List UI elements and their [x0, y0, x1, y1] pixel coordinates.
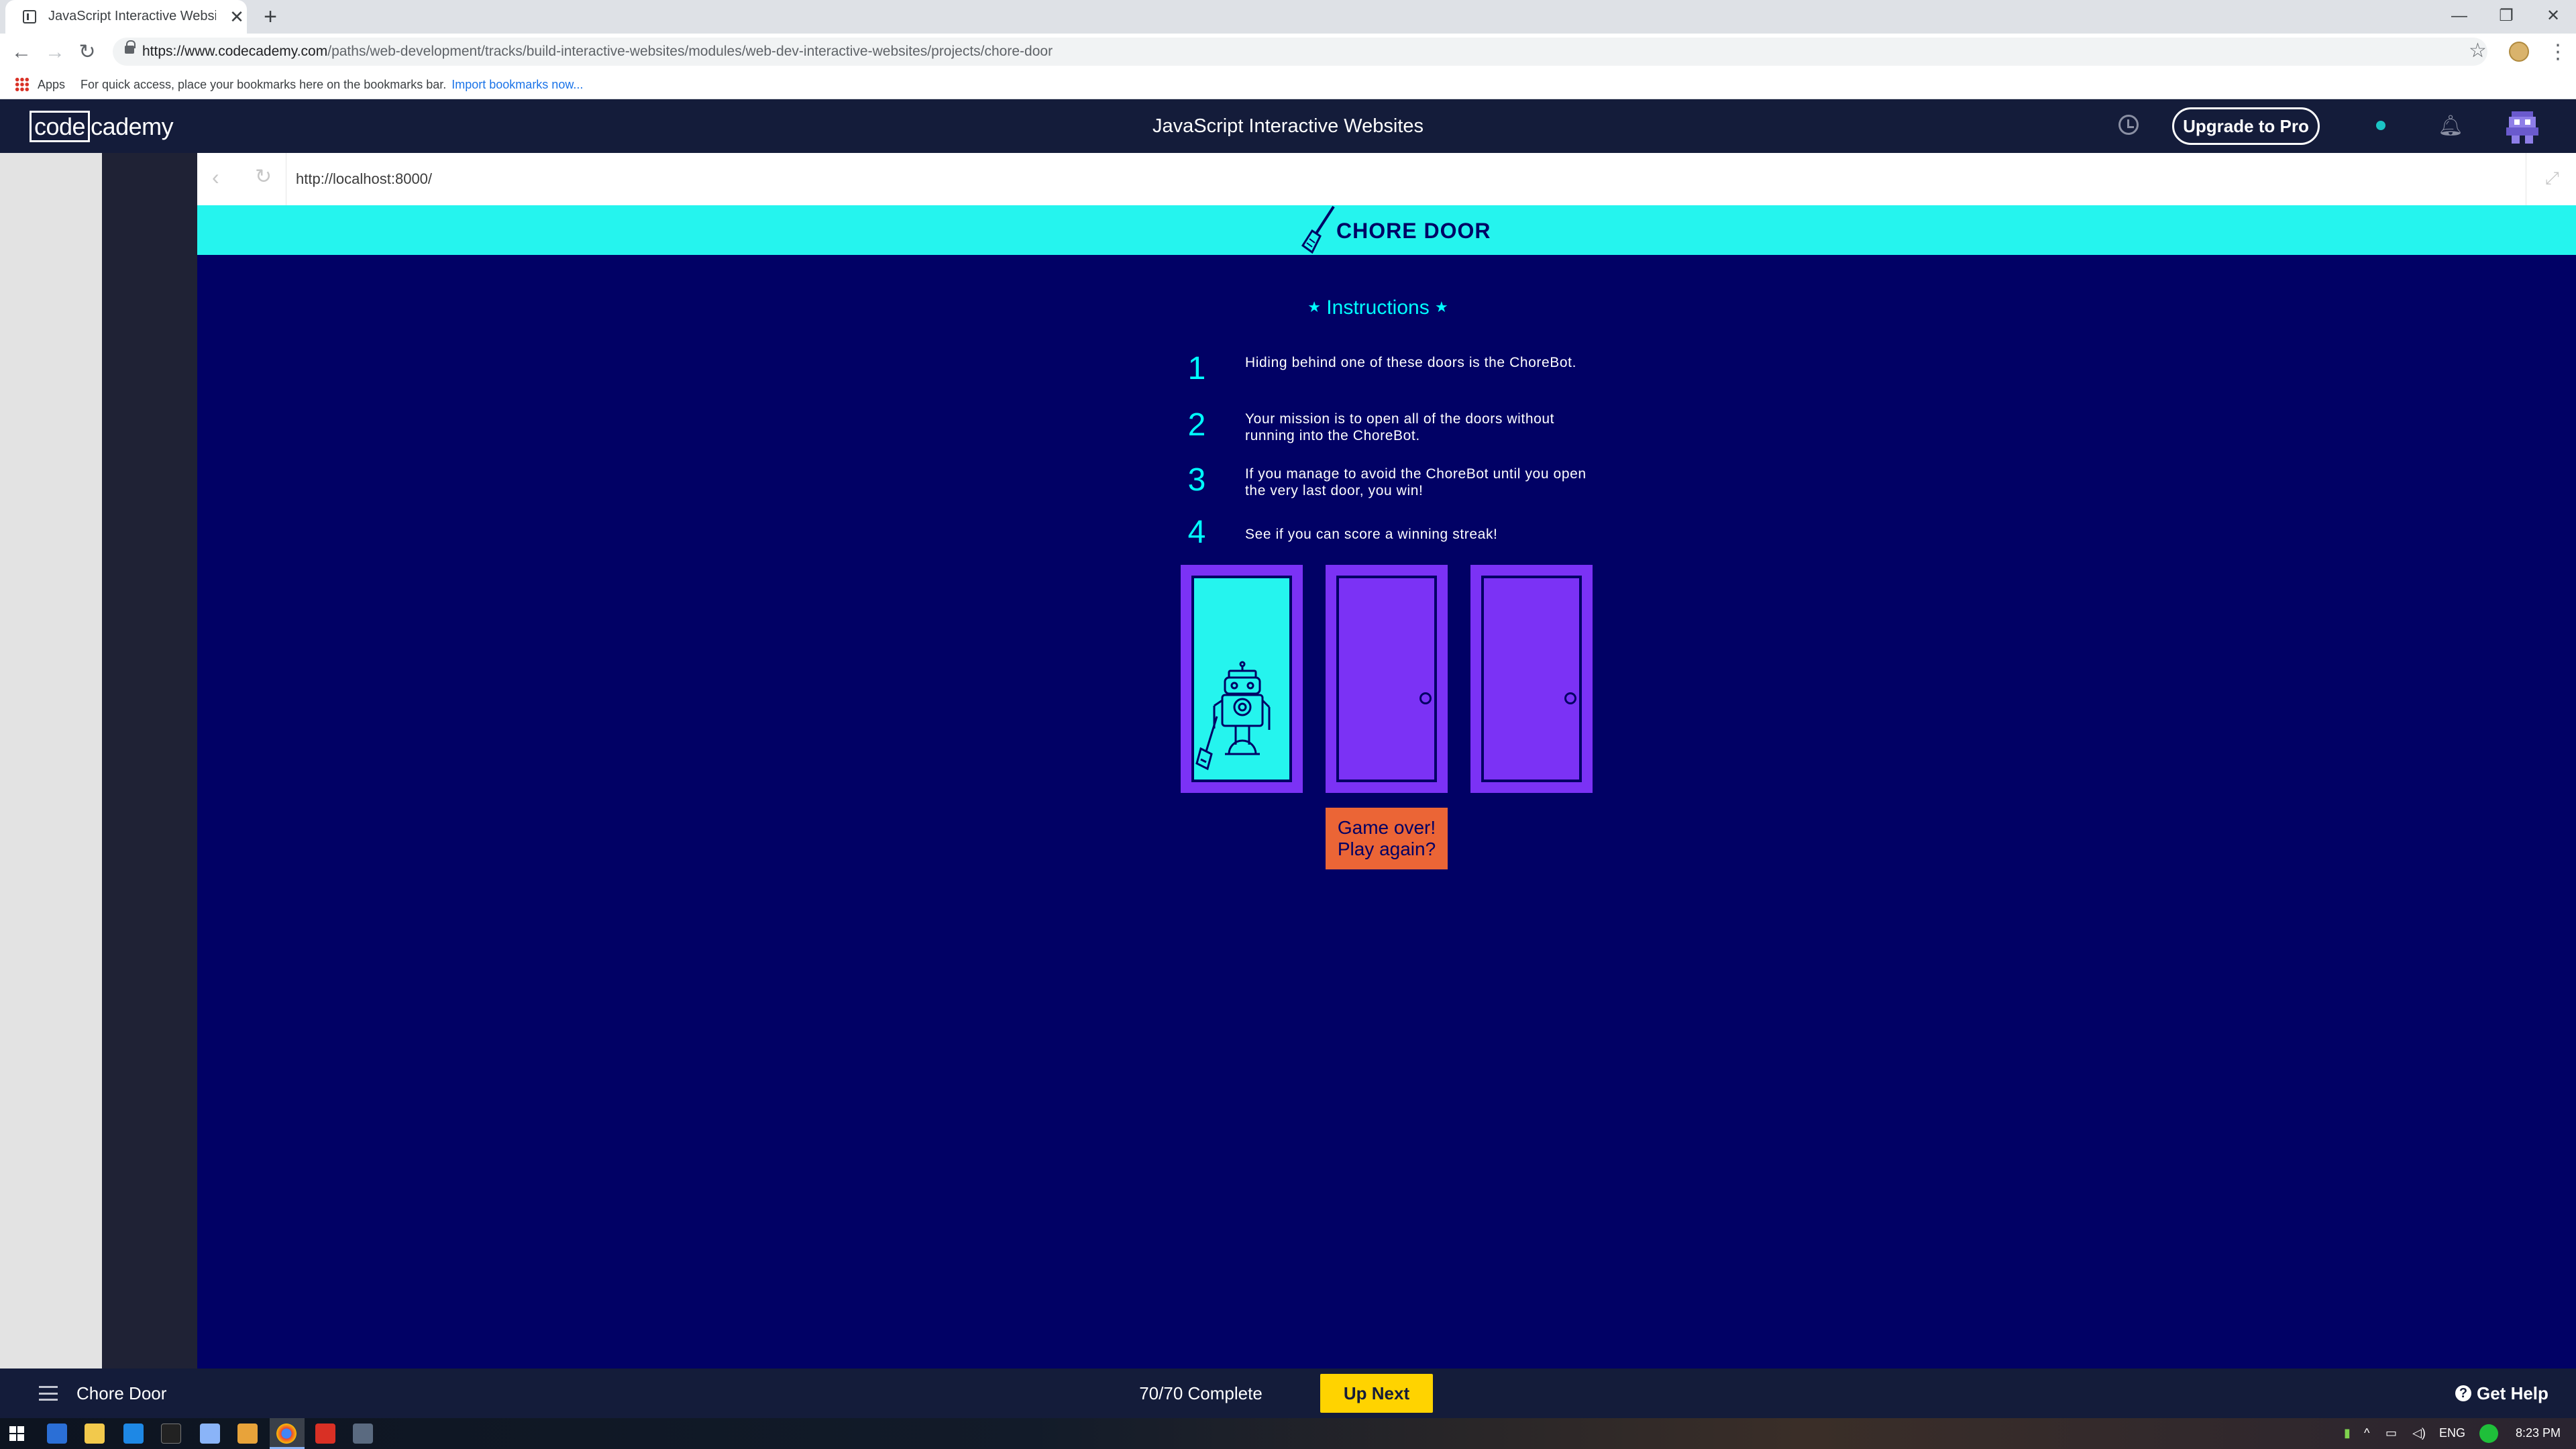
step-number: 3 — [1187, 462, 1206, 498]
step-number: 1 — [1187, 351, 1206, 386]
import-bookmarks-link[interactable]: Import bookmarks now... — [451, 78, 583, 91]
play-again-line-2: Play again? — [1337, 839, 1436, 859]
up-next-button[interactable]: Up Next — [1320, 1374, 1433, 1413]
codecademy-header: code cademy JavaScript Interactive Websit… — [0, 99, 2576, 153]
browser-toolbar: ← → ↻ https://www.codecademy.com/paths/w… — [0, 34, 2576, 70]
network-icon[interactable]: ▭ — [2385, 1426, 2397, 1440]
instruction-step: 4 See if you can score a winning streak! — [1183, 514, 1613, 554]
door-2-panel — [1336, 576, 1437, 782]
star-icon: ★ — [1307, 299, 1321, 315]
back-arrow-icon[interactable]: ← — [9, 40, 34, 64]
workspace-browser-bar: ‹ ↻ http://localhost:8000/ ⤢ — [197, 153, 2576, 205]
instruction-step: 2 Your mission is to open all of the doo… — [1183, 407, 1613, 447]
user-avatar[interactable] — [2504, 109, 2541, 146]
bookmarks-bar: Apps For quick access, place your bookma… — [0, 70, 2576, 99]
cube-app-icon[interactable] — [200, 1424, 220, 1444]
window-close-button[interactable]: ✕ — [2533, 4, 2573, 28]
workspace-url-field[interactable]: http://localhost:8000/ — [286, 153, 2526, 205]
store-app-icon[interactable] — [123, 1424, 144, 1444]
play-again-button[interactable]: Game over! Play again? — [1326, 808, 1448, 869]
help-circle-icon[interactable]: ? — [2455, 1385, 2471, 1401]
workspace-url: http://localhost:8000/ — [296, 170, 433, 187]
reload-icon[interactable]: ↻ — [75, 40, 99, 64]
tray-up-arrow-icon[interactable]: ^ — [2364, 1426, 2369, 1440]
battery-icon[interactable]: ▮ — [2344, 1426, 2351, 1440]
progress-count: 70/70 Complete — [1139, 1383, 1263, 1403]
app-icon[interactable] — [353, 1424, 373, 1444]
step-text: Hiding behind one of these doors is the … — [1245, 355, 1577, 370]
window-restore-button[interactable]: ❐ — [2486, 4, 2526, 28]
profile-avatar-icon[interactable] — [2509, 42, 2529, 62]
upgrade-to-pro-button[interactable]: Upgrade to Pro — [2172, 107, 2320, 145]
menu-hamburger-icon[interactable] — [39, 1386, 58, 1401]
door-knob-icon — [1419, 692, 1432, 704]
address-url: https://www.codecademy.com/paths/web-dev… — [142, 44, 1053, 59]
new-tab-button[interactable]: + — [259, 5, 282, 28]
lock-icon — [125, 40, 136, 54]
codecademy-logo[interactable]: code cademy — [30, 111, 174, 142]
chore-door-page: CHORE DOOR ★ Instructions ★ 1 Hiding beh… — [197, 205, 2576, 1368]
pdf-reader-icon[interactable] — [315, 1424, 335, 1444]
broom-icon — [1301, 205, 1335, 254]
door-1[interactable] — [1181, 565, 1303, 793]
lesson-name: Chore Door — [76, 1383, 167, 1403]
chorebot-robot-icon — [1195, 661, 1271, 771]
door-2[interactable] — [1326, 565, 1448, 793]
collapsed-code-editor-panel — [102, 153, 197, 1368]
course-title: JavaScript Interactive Websites — [1152, 115, 1424, 137]
door-3-panel — [1481, 576, 1582, 782]
browser-back-icon[interactable]: ‹ — [212, 165, 219, 190]
codecademy-footer: Chore Door 70/70 Complete Up Next ? Get … — [0, 1368, 2576, 1418]
step-text: If you manage to avoid the ChoreBot unti… — [1245, 466, 1587, 498]
door-3[interactable] — [1470, 565, 1593, 793]
star-icon: ★ — [1435, 299, 1448, 315]
address-bar[interactable]: https://www.codecademy.com/paths/web-dev… — [113, 38, 2487, 66]
instruction-step: 1 Hiding behind one of these doors is th… — [1183, 350, 1613, 390]
tab-close-icon[interactable]: ✕ — [227, 7, 247, 27]
bookmarks-hint: For quick access, place your bookmarks h… — [80, 78, 584, 91]
codecademy-favicon-icon — [23, 10, 36, 23]
step-number: 2 — [1187, 407, 1206, 443]
windows-start-icon[interactable] — [9, 1426, 24, 1441]
forward-arrow-icon[interactable]: → — [43, 40, 67, 64]
chrome-icon[interactable] — [276, 1424, 297, 1444]
game-title: CHORE DOOR — [1336, 219, 1491, 243]
bookmark-star-icon[interactable]: ☆ — [2469, 39, 2487, 62]
instruction-step: 3 If you manage to avoid the ChoreBot un… — [1183, 462, 1613, 502]
window-minimize-button[interactable]: — — [2439, 4, 2479, 28]
language-indicator[interactable]: ENG — [2439, 1426, 2465, 1440]
apps-label[interactable]: Apps — [38, 78, 65, 92]
expand-browser-icon[interactable]: ⤢ — [2545, 168, 2559, 189]
notification-bell-icon[interactable]: 🔔︎ — [2438, 114, 2463, 138]
browser-refresh-icon[interactable]: ↻ — [255, 165, 272, 189]
file-explorer-icon[interactable] — [85, 1424, 105, 1444]
tray-app-icon[interactable] — [2479, 1424, 2498, 1443]
game-header: CHORE DOOR — [197, 205, 2576, 255]
status-dot-icon — [2376, 121, 2385, 130]
get-help-button[interactable]: Get Help — [2477, 1383, 2548, 1404]
door-1-open-panel — [1191, 576, 1292, 782]
step-text: Your mission is to open all of the doors… — [1245, 411, 1555, 443]
play-again-line-1: Game over! — [1337, 817, 1436, 838]
photos-app-icon[interactable] — [47, 1424, 67, 1444]
tab-title: JavaScript Interactive Websites | Codeca… — [48, 9, 216, 23]
windows-taskbar: ▮ ^ ▭ ◁) ENG 8:23 PM — [0, 1418, 2576, 1449]
browser-menu-icon[interactable]: ⋮ — [2548, 40, 2568, 64]
volume-icon[interactable]: ◁) — [2412, 1426, 2426, 1440]
apps-grid-icon[interactable] — [15, 77, 30, 92]
sublime-text-icon[interactable] — [237, 1424, 258, 1444]
instructions-title: ★ Instructions ★ — [1307, 297, 1448, 319]
browser-tab[interactable]: JavaScript Interactive Websites | Codeca… — [5, 0, 247, 34]
collapsed-narrative-panel — [0, 153, 102, 1368]
browser-tab-strip: JavaScript Interactive Websites | Codeca… — [0, 0, 2576, 34]
step-text: See if you can score a winning streak! — [1245, 527, 1498, 542]
terminal-icon[interactable] — [161, 1424, 181, 1444]
door-knob-icon — [1564, 692, 1576, 704]
clock-time[interactable]: 8:23 PM — [2516, 1426, 2561, 1440]
step-number: 4 — [1187, 515, 1206, 550]
alarm-clock-icon[interactable] — [2118, 115, 2139, 135]
